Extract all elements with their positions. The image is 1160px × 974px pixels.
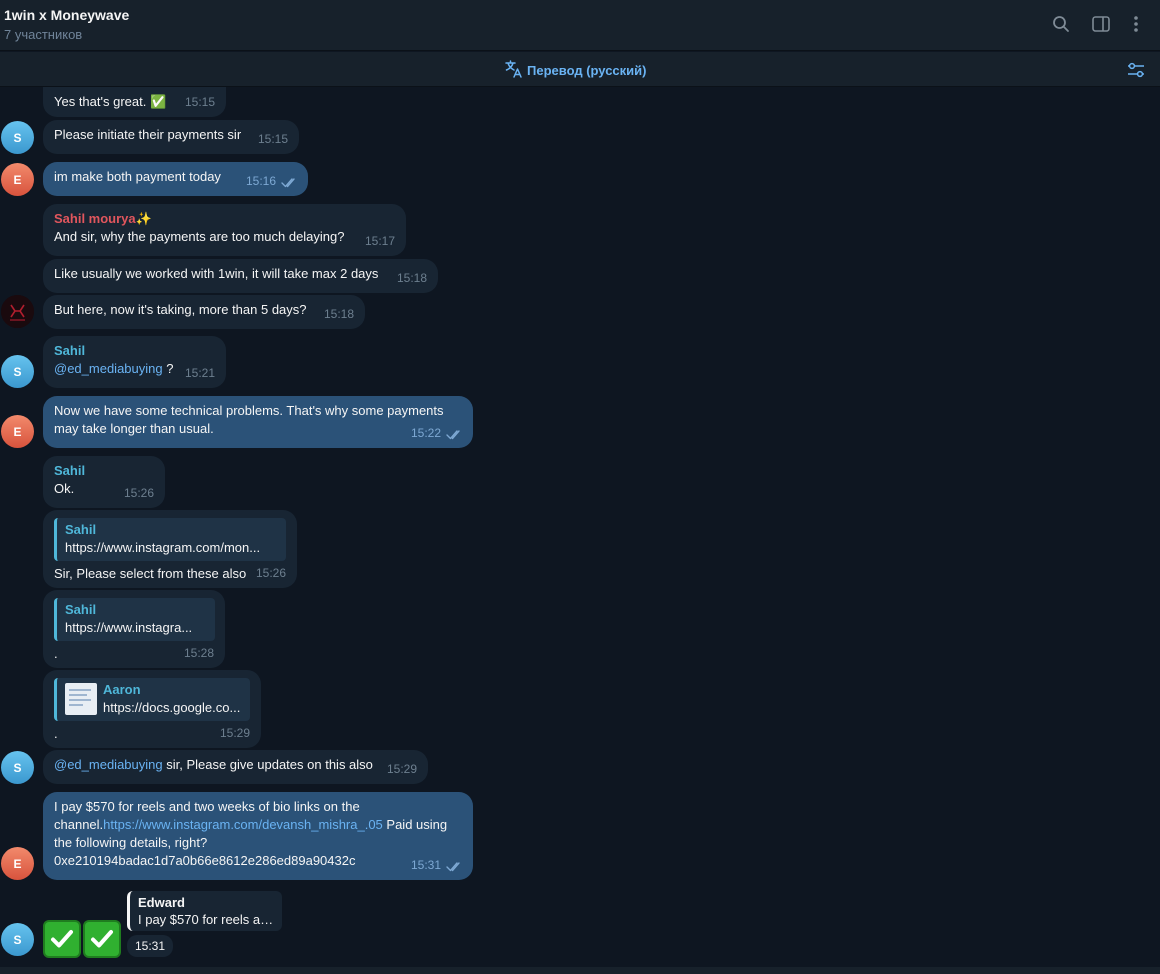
message-time: 15:22 xyxy=(410,426,441,440)
message-bubble[interactable]: Sahil https://www.instagra... . 15:28 xyxy=(43,590,225,668)
message-text: Please initiate their payments sir xyxy=(54,127,242,142)
reply-text: https://docs.google.co... xyxy=(103,700,241,715)
more-vertical-icon[interactable] xyxy=(1124,12,1148,36)
sender-name[interactable]: Sahil xyxy=(54,462,154,480)
message-time: 15:28 xyxy=(183,646,214,660)
message-time: 15:16 xyxy=(245,174,276,188)
chat-title[interactable]: 1win x Moneywave xyxy=(4,7,129,23)
message-time: 15:26 xyxy=(123,486,154,500)
avatar[interactable]: E xyxy=(1,415,34,448)
avatar[interactable]: S xyxy=(1,923,34,956)
message-bubble[interactable]: Please initiate their payments sir 15:15 xyxy=(43,120,299,154)
reply-quote[interactable]: Aaron https://docs.google.co... xyxy=(54,678,250,721)
translate-icon xyxy=(505,60,523,81)
avatar[interactable]: E xyxy=(1,163,34,196)
mention-link[interactable]: @ed_mediabuying xyxy=(54,361,163,376)
message-bubble[interactable]: @ed_mediabuying sir, Please give updates… xyxy=(43,750,428,784)
document-thumbnail xyxy=(65,683,97,715)
double-check-icon xyxy=(446,428,464,440)
message-text: Like usually we worked with 1win, it wil… xyxy=(54,266,379,281)
reply-author: Sahil xyxy=(65,602,97,617)
chat-member-count[interactable]: 7 участников xyxy=(4,27,82,42)
translate-label: Перевод (русский) xyxy=(527,63,647,78)
reply-text: https://www.instagra... xyxy=(65,620,193,635)
message-text: ? xyxy=(162,361,174,376)
message-time: 15:29 xyxy=(386,762,417,776)
message-text: im make both payment today xyxy=(54,169,221,184)
message-time: 15:29 xyxy=(219,726,250,740)
reply-text: https://www.instagram.com/mon... xyxy=(65,540,261,555)
double-check-icon xyxy=(446,860,464,872)
message-time: 15:17 xyxy=(364,234,395,248)
message-text: Ok. xyxy=(54,481,75,496)
message-time: 15:15 xyxy=(257,132,288,146)
chat-header[interactable]: 1win x Moneywave 7 участников xyxy=(0,0,1160,51)
message-bubble-outgoing[interactable]: Now we have some technical problems. Tha… xyxy=(43,396,473,448)
double-check-icon xyxy=(281,176,299,188)
message-text: sir, Please give updates on this also xyxy=(162,757,373,772)
message-bubble-outgoing[interactable]: I pay $570 for reels and two weeks of bi… xyxy=(43,792,473,880)
composer-edge xyxy=(0,967,1160,974)
avatar[interactable]: S xyxy=(1,121,34,154)
message-text: Yes that's great. ✅ xyxy=(54,94,167,109)
message-text: Sir, Please select from these also xyxy=(54,566,247,581)
avatar[interactable]: S xyxy=(1,355,34,388)
message-time: 15:15 xyxy=(184,95,215,109)
message-time: 15:31 xyxy=(410,858,441,872)
message-bubble[interactable]: Sahil mourya✨ And sir, why the payments … xyxy=(43,204,406,256)
message-text: But here, now it's taking, more than 5 d… xyxy=(54,302,307,317)
sender-name[interactable]: Sahil xyxy=(54,342,215,360)
message-bubble[interactable]: Sahil Ok. 15:26 xyxy=(43,456,165,508)
message-text: . xyxy=(54,726,58,741)
reply-quote[interactable]: Sahil https://www.instagra... xyxy=(54,598,215,641)
avatar[interactable]: E xyxy=(1,847,34,880)
message-bubble[interactable]: Like usually we worked with 1win, it wil… xyxy=(43,259,438,293)
reply-author: Sahil xyxy=(65,522,97,537)
message-time: 15:31 xyxy=(127,935,174,957)
reply-quote[interactable]: Edward I pay $570 for reels an... xyxy=(127,891,282,931)
mention-link[interactable]: @ed_mediabuying xyxy=(54,757,163,772)
message-text: . xyxy=(54,646,58,661)
translate-button[interactable]: Перевод (русский) xyxy=(505,60,646,81)
message-bubble[interactable]: Aaron https://docs.google.co... . 15:29 xyxy=(43,670,261,748)
instagram-link[interactable]: https://www.instagram.com/devansh_mishra… xyxy=(103,817,383,832)
translate-bar: Перевод (русский) xyxy=(0,52,1160,87)
message-bubble[interactable]: But here, now it's taking, more than 5 d… xyxy=(43,295,365,329)
message-text: And sir, why the payments are too much d… xyxy=(54,229,345,244)
sidebar-toggle-icon[interactable] xyxy=(1089,12,1113,36)
message-bubble-outgoing[interactable]: im make both payment today 15:16 xyxy=(43,162,308,196)
wallet-address: 0xe210194badac1d7a0b66e8612e286ed89a9043… xyxy=(54,853,356,868)
avatar[interactable]: S xyxy=(1,751,34,784)
avatar-logo[interactable] xyxy=(1,295,34,328)
message-time: 15:21 xyxy=(184,366,215,380)
message-bubble[interactable]: Sahil @ed_mediabuying ? 15:21 xyxy=(43,336,226,388)
reply-quote[interactable]: Sahil https://www.instagram.com/mon... xyxy=(54,518,286,561)
message-bubble[interactable]: Sahil https://www.instagram.com/mon... S… xyxy=(43,510,297,588)
message-bubble[interactable]: Yes that's great. ✅ 15:15 xyxy=(43,87,226,117)
sender-name[interactable]: Sahil mourya✨ xyxy=(54,210,395,228)
message-list[interactable]: Yes that's great. ✅ 15:15 S Please initi… xyxy=(0,87,1160,967)
reply-text: I pay $570 for reels an... xyxy=(138,912,274,927)
message-time: 15:18 xyxy=(396,271,427,285)
reply-author: Aaron xyxy=(103,682,141,697)
search-icon[interactable] xyxy=(1049,12,1073,36)
message-time: 15:26 xyxy=(255,566,286,580)
message-text: Now we have some technical problems. Tha… xyxy=(54,403,444,436)
message-time: 15:18 xyxy=(323,307,354,321)
check-mark-emoji xyxy=(83,920,121,958)
reply-author: Edward xyxy=(138,895,185,910)
check-mark-emoji xyxy=(43,920,81,958)
translate-settings-icon[interactable] xyxy=(1126,60,1146,80)
